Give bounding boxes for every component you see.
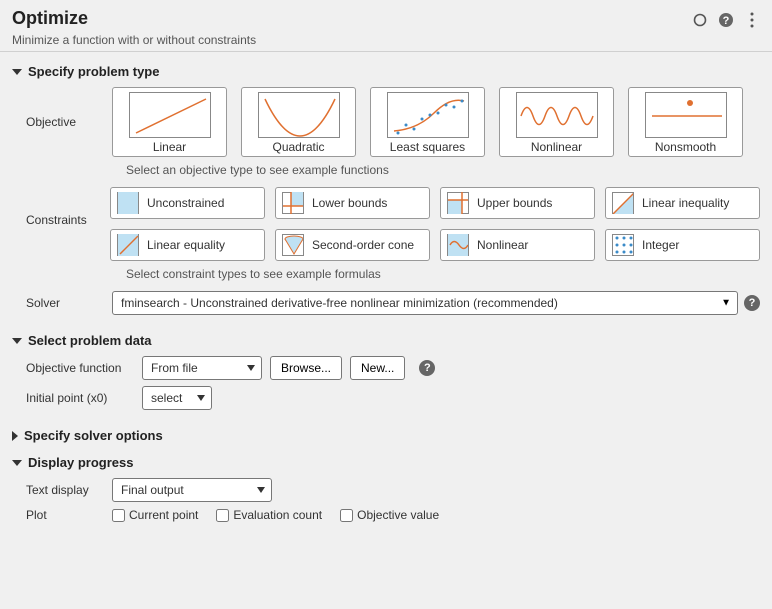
chevron-down-icon — [12, 69, 22, 75]
checkbox-evaluation-count-input[interactable] — [216, 509, 229, 522]
page-subtitle: Minimize a function with or without cons… — [12, 33, 692, 47]
chevron-right-icon — [12, 431, 18, 441]
label-text-display: Text display — [12, 483, 112, 497]
constraints-hint: Select constraint types to see example f… — [12, 267, 760, 281]
objective-least-squares[interactable]: Least squares — [370, 87, 485, 157]
objective-linear[interactable]: Linear — [112, 87, 227, 157]
initial-point-dropdown[interactable]: select — [142, 386, 212, 410]
chevron-down-icon — [12, 460, 22, 466]
objective-hint: Select an objective type to see example … — [12, 163, 760, 177]
checkbox-evaluation-count[interactable]: Evaluation count — [216, 508, 322, 522]
label-objective: Objective — [12, 115, 112, 129]
page-title: Optimize — [12, 8, 692, 29]
linear-equality-icon — [117, 234, 139, 256]
section-select-problem-data[interactable]: Select problem data — [12, 327, 760, 354]
cone-icon — [282, 234, 304, 256]
checkbox-current-point-input[interactable] — [112, 509, 125, 522]
section-specify-solver-options[interactable]: Specify solver options — [12, 422, 760, 449]
solver-dropdown[interactable]: fminsearch - Unconstrained derivative-fr… — [112, 291, 738, 315]
label-solver: Solver — [12, 296, 112, 310]
browse-button[interactable]: Browse... — [270, 356, 342, 380]
integer-icon — [612, 234, 634, 256]
constraint-second-order-cone[interactable]: Second-order cone — [275, 229, 430, 261]
objective-help-icon[interactable]: ? — [419, 360, 435, 376]
app-header: Optimize Minimize a function with or wit… — [0, 0, 772, 52]
lower-bounds-icon — [282, 192, 304, 214]
status-circle-icon[interactable] — [692, 12, 708, 28]
checkbox-objective-value[interactable]: Objective value — [340, 508, 439, 522]
upper-bounds-icon — [447, 192, 469, 214]
linear-inequality-icon — [612, 192, 634, 214]
section-specify-problem-type[interactable]: Specify problem type — [12, 58, 760, 85]
new-button[interactable]: New... — [350, 356, 405, 380]
kebab-menu-icon[interactable] — [744, 12, 760, 28]
constraint-linear-inequality[interactable]: Linear inequality — [605, 187, 760, 219]
label-objective-function: Objective function — [12, 361, 142, 375]
constraint-nonlinear[interactable]: Nonlinear — [440, 229, 595, 261]
objective-quadratic[interactable]: Quadratic — [241, 87, 356, 157]
section-display-progress[interactable]: Display progress — [12, 449, 760, 476]
constraint-linear-equality[interactable]: Linear equality — [110, 229, 265, 261]
label-constraints: Constraints — [12, 187, 110, 227]
svg-text:?: ? — [723, 15, 730, 27]
constraint-upper-bounds[interactable]: Upper bounds — [440, 187, 595, 219]
objective-nonsmooth[interactable]: Nonsmooth — [628, 87, 743, 157]
checkbox-current-point[interactable]: Current point — [112, 508, 198, 522]
chevron-down-icon — [12, 338, 22, 344]
text-display-dropdown[interactable]: Final output — [112, 478, 272, 502]
objective-source-dropdown[interactable]: From file — [142, 356, 262, 380]
constraint-unconstrained[interactable]: Unconstrained — [110, 187, 265, 219]
unconstrained-icon — [117, 192, 139, 214]
help-header-icon[interactable]: ? — [718, 12, 734, 28]
constraint-integer[interactable]: Integer — [605, 229, 760, 261]
label-plot: Plot — [12, 508, 112, 522]
solver-help-icon[interactable]: ? — [744, 295, 760, 311]
label-initial-point: Initial point (x0) — [12, 391, 142, 405]
objective-nonlinear[interactable]: Nonlinear — [499, 87, 614, 157]
checkbox-objective-value-input[interactable] — [340, 509, 353, 522]
constraint-lower-bounds[interactable]: Lower bounds — [275, 187, 430, 219]
nonlinear-constraint-icon — [447, 234, 469, 256]
